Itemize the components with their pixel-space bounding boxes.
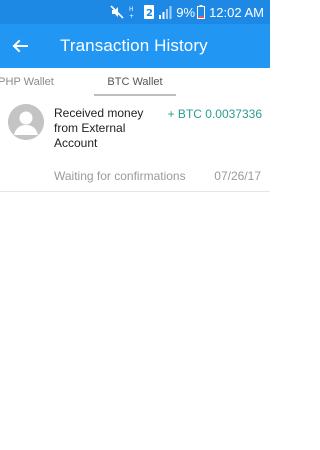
tab-php-wallet[interactable]: PHP Wallet <box>0 68 62 96</box>
battery-icon <box>197 5 206 19</box>
app-bar: Transaction History <box>0 24 270 68</box>
tab-btc-wallet[interactable]: BTC Wallet <box>94 68 176 96</box>
battery-percent: 9% <box>176 4 196 20</box>
back-button[interactable] <box>0 24 40 68</box>
transaction-row[interactable]: Received money from External Account + B… <box>0 96 270 192</box>
transaction-description: Received money from External Account <box>54 106 144 150</box>
transaction-date: 07/26/17 <box>214 169 261 183</box>
status-bar: H + 2 9% 12:02 AM <box>0 0 270 24</box>
sim-2-icon: 2 <box>144 5 155 19</box>
signal-icon <box>159 5 172 19</box>
transaction-status: Waiting for confirmations <box>54 169 186 183</box>
mute-icon <box>110 5 124 19</box>
svg-text:2: 2 <box>146 8 153 19</box>
arrow-left-icon <box>12 39 28 53</box>
wallet-tabs: PHP Wallet BTC Wallet <box>0 68 270 96</box>
svg-text:H: H <box>129 6 134 13</box>
default-avatar-icon <box>8 104 44 140</box>
svg-text:+: + <box>129 13 134 19</box>
hd-icon: H + <box>129 5 139 19</box>
page-title: Transaction History <box>60 36 208 55</box>
transaction-amount: + BTC 0.0037336 <box>167 107 262 121</box>
status-time: 12:02 AM <box>209 4 264 20</box>
